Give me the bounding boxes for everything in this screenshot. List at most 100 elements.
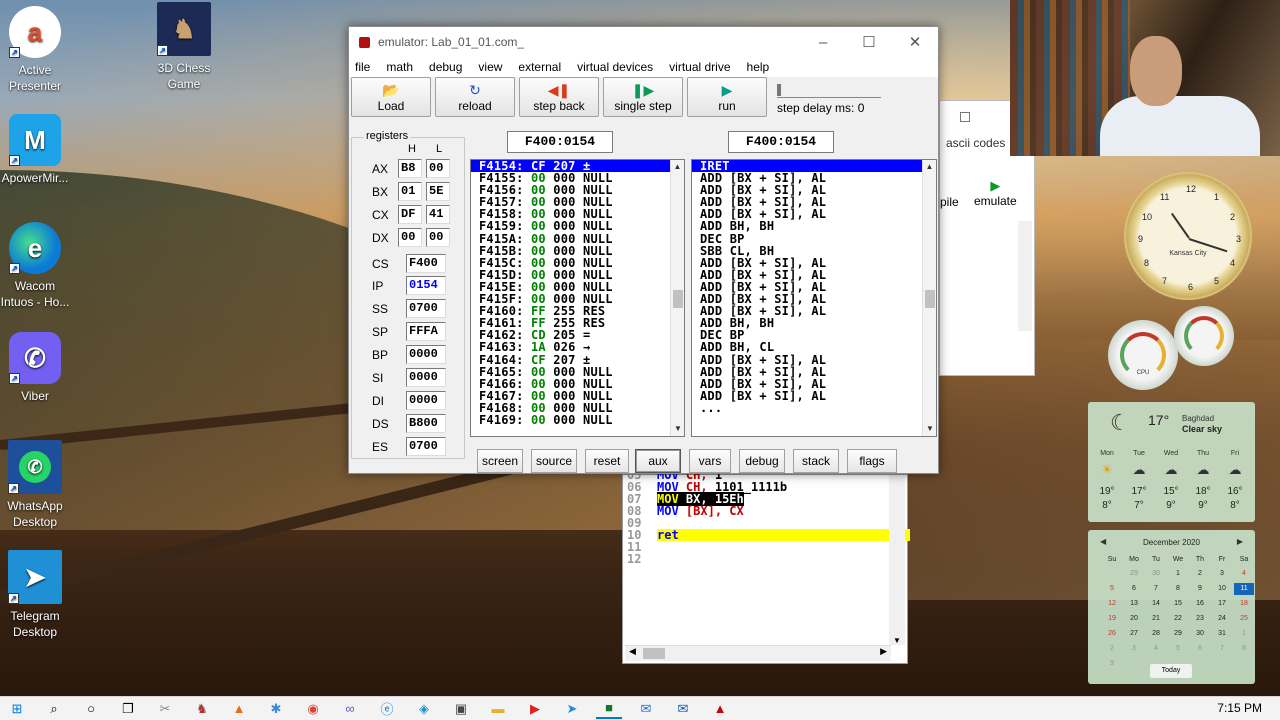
menu-help[interactable]: help [747,60,770,74]
scroll-thumb[interactable] [643,648,665,659]
folder-taskbar-icon[interactable]: ▬ [485,699,511,719]
memory-address-field[interactable]: F400:0154 [507,131,613,153]
chrome-icon[interactable]: ◉ [300,699,326,719]
acrobat-icon[interactable]: ▲ [707,699,733,719]
calendar-day[interactable]: 8 [1168,583,1188,595]
mail-icon[interactable]: ✉ [633,699,659,719]
debug-button[interactable]: debug [739,449,785,473]
outlook-icon[interactable]: ✉ [670,699,696,719]
menu-virtual-devices[interactable]: virtual devices [577,60,653,74]
scroll-down-icon[interactable]: ▼ [923,422,936,436]
snipping-icon[interactable]: ✂ [152,699,178,719]
taskbar-clock[interactable]: 7:15 PM [1217,701,1262,715]
scroll-down-icon[interactable]: ▼ [889,636,905,645]
calendar-day[interactable]: 6 [1124,583,1144,595]
step-delay-slider[interactable] [777,84,881,98]
desktop-icon-3d-chess[interactable]: ♞ ↗ 3D Chess Game [149,2,219,92]
source-window[interactable]: 05 MOV CH, 1 06 MOV CH, 1101_1111b 07 MOV B… [622,469,910,664]
calendar-day[interactable]: 5 [1168,643,1188,655]
calendar-day[interactable]: 9 [1190,583,1210,595]
vars-button[interactable]: vars [689,449,731,473]
today-button[interactable]: Today [1150,664,1192,678]
reg-di-value[interactable]: 0000 [406,391,446,410]
disasm-row[interactable]: DEC BP [692,233,936,245]
calendar-day[interactable]: 5 [1102,583,1122,595]
desktop-icon-whatsapp[interactable]: ✆ ↗ WhatsApp Desktop [0,440,70,530]
cortana-icon[interactable]: ○ [78,699,104,719]
calendar-day[interactable]: 14 [1146,598,1166,610]
calendar-day[interactable]: 26 [1102,628,1122,640]
presenter-taskbar-icon[interactable]: ▲ [226,699,252,719]
disasm-row[interactable]: ADD BH, BH [692,220,936,232]
reg-ch-value[interactable]: DF [398,205,422,224]
ascii-codes-button[interactable]: ascii codes [946,136,1005,150]
reg-cl-value[interactable]: 41 [426,205,450,224]
calendar-day[interactable]: 1 [1234,628,1254,640]
disasm-row[interactable]: ADD [BX + SI], AL [692,378,936,390]
calendar-day[interactable]: 3 [1212,568,1232,580]
source-vertical-scrollbar[interactable]: ▼ [889,475,905,645]
stack-button[interactable]: stack [793,449,839,473]
disasm-row[interactable]: ADD BH, CL [692,341,936,353]
reg-al-value[interactable]: 00 [426,159,450,178]
scroll-left-icon[interactable]: ◀ [629,646,636,657]
search-icon[interactable]: ⌕ [41,699,67,719]
scroll-right-icon[interactable]: ▶ [880,646,887,657]
disasm-row[interactable]: ADD [BX + SI], AL [692,366,936,378]
calendar-day[interactable]: 29 [1124,568,1144,580]
reset-button[interactable]: reset [585,449,629,473]
calendar-day[interactable]: 12 [1102,598,1122,610]
menu-math[interactable]: math [386,60,413,74]
slider-thumb[interactable] [777,84,781,96]
step-back-button[interactable]: ◀❚ step back [519,77,599,117]
menu-view[interactable]: view [478,60,502,74]
calendar-day[interactable]: 9 [1102,658,1122,670]
calendar-day[interactable]: 31 [1212,628,1232,640]
source-horizontal-scrollbar[interactable]: ◀ ▶ [625,645,891,661]
calendar-day[interactable]: 27 [1124,628,1144,640]
vpn-icon[interactable]: ◈ [411,699,437,719]
desktop-icon-apowermirror[interactable]: M ↗ ApowerMir... [0,114,70,186]
editor-scrollbar[interactable] [1018,221,1032,331]
single-step-button[interactable]: ❚▶ single step [603,77,683,117]
screen-button[interactable]: screen [477,449,523,473]
calendar-day[interactable]: 7 [1146,583,1166,595]
calendar-day[interactable]: 16 [1190,598,1210,610]
reg-ss-value[interactable]: 0700 [406,299,446,318]
disasm-row[interactable]: ... [692,402,936,414]
calendar-day[interactable]: 22 [1168,613,1188,625]
emulator-taskbar-icon[interactable]: ■ [596,699,622,719]
youtube-icon[interactable]: ▶ [522,699,548,719]
compile-button[interactable]: pile [940,195,959,209]
scroll-down-icon[interactable]: ▼ [671,422,684,436]
disasm-row[interactable]: ADD [BX + SI], AL [692,390,936,402]
chess-taskbar-icon[interactable]: ♞ [189,699,215,719]
next-month-icon[interactable]: ▶ [1237,537,1243,546]
calendar-day[interactable]: 20 [1124,613,1144,625]
visual-studio-icon[interactable]: ∞ [337,699,363,719]
start-button[interactable]: ⊞ [4,699,30,719]
scroll-up-icon[interactable]: ▲ [923,160,936,174]
scroll-thumb[interactable] [673,290,683,308]
task-view-icon[interactable]: ❐ [115,699,141,719]
emulator-window[interactable]: emulator: Lab_01_01.com_ – ☐ ✕ file math… [348,26,939,474]
weather-gadget[interactable]: ☾ 17° Baghdad Clear sky Mon Tue Wed Thu … [1088,402,1255,522]
calendar-day[interactable]: 13 [1124,598,1144,610]
reg-ds-value[interactable]: B800 [406,414,446,433]
calendar-day[interactable]: 2 [1102,643,1122,655]
calendar-day[interactable]: 28 [1146,628,1166,640]
desktop-icon-telegram[interactable]: ➤ ↗ Telegram Desktop [0,550,70,640]
calendar-day[interactable]: 19 [1102,613,1122,625]
minimize-button[interactable]: – [800,27,846,57]
reg-ah-value[interactable]: B8 [398,159,422,178]
menu-debug[interactable]: debug [429,60,462,74]
reg-bh-value[interactable]: 01 [398,182,422,201]
title-bar[interactable]: emulator: Lab_01_01.com_ – ☐ ✕ [349,27,938,57]
desktop-icon-active-presenter[interactable]: a ↗ Active Presenter [0,6,70,94]
flags-button[interactable]: flags [847,449,897,473]
calendar-gadget[interactable]: ◀ December 2020 ▶ Today Su Mo Tu We Th Fr Sa 29… [1088,530,1255,684]
telegram-taskbar-icon[interactable]: ➤ [559,699,585,719]
calendar-day[interactable]: 8 [1234,643,1254,655]
calendar-day[interactable]: 4 [1146,643,1166,655]
clock-gadget[interactable]: 12 1 2 3 4 5 6 7 8 9 10 11 Kansas City [1124,172,1252,300]
